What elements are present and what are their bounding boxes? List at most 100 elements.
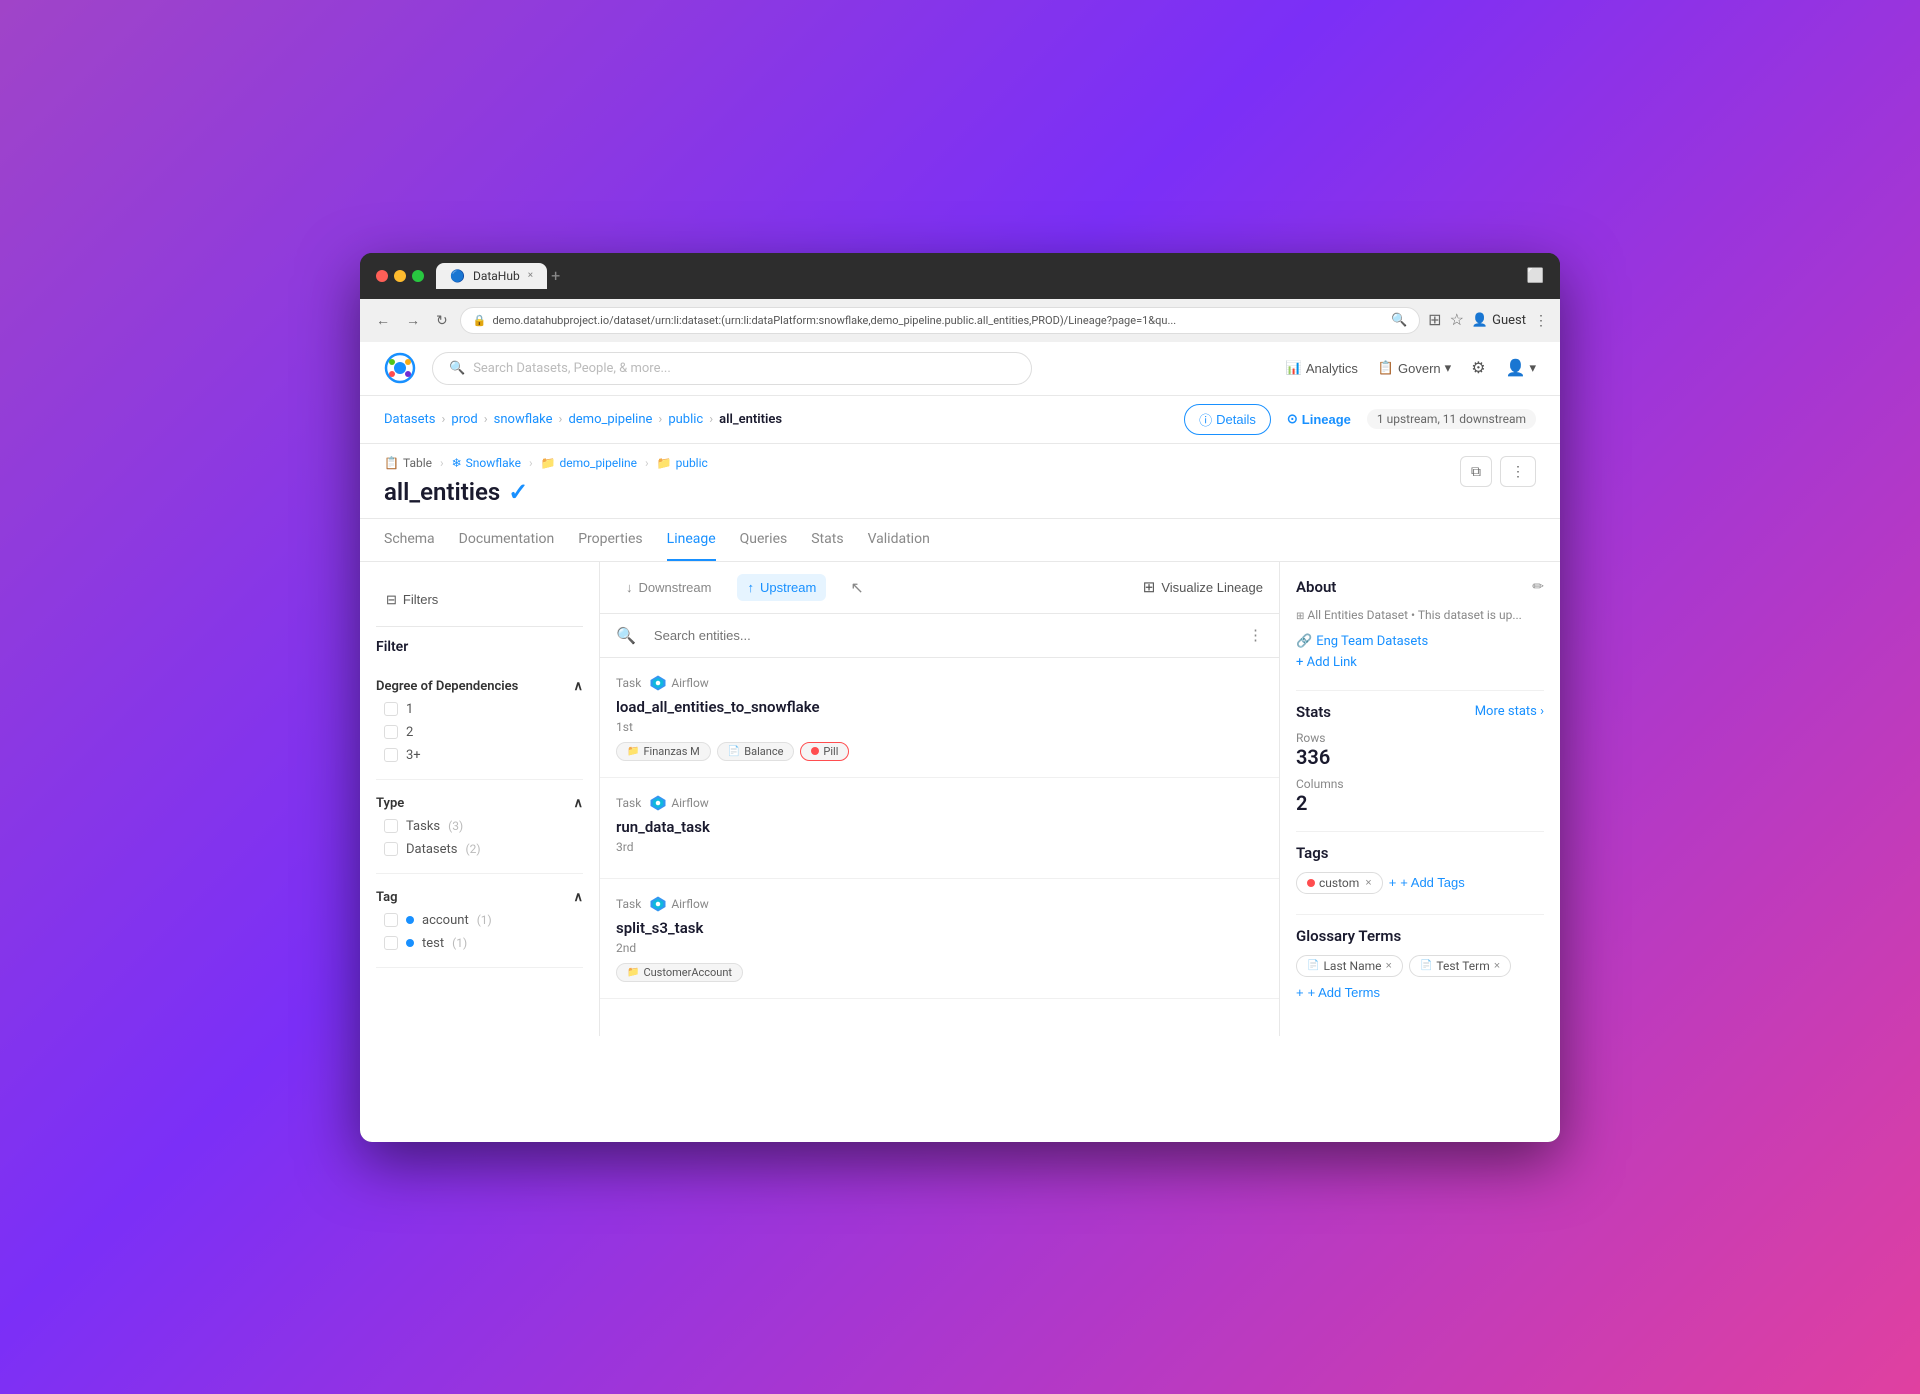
entity-more-btn[interactable]: ⋮ (1500, 456, 1536, 487)
lineage-list: Task Airflow load_all_entities_to_snow (600, 658, 1279, 999)
tab-close-btn[interactable]: × (528, 270, 533, 281)
platform-label: Snowflake (466, 456, 521, 470)
term-chip-lastname[interactable]: 📄 Last Name × (1296, 955, 1403, 977)
account-tag-dot (406, 916, 414, 924)
lineage-item-3-type: Task Airflow (616, 895, 1263, 913)
degree-option-1[interactable]: 1 (376, 698, 583, 721)
tag-check-test[interactable] (384, 936, 398, 950)
bookmark-btn[interactable]: ☆ (1450, 310, 1464, 330)
tag-option-account[interactable]: account (1) (376, 909, 583, 932)
lineage-item-2-name[interactable]: run_data_task (616, 818, 1263, 836)
tab-properties[interactable]: Properties (578, 519, 642, 561)
tag-option-test[interactable]: test (1) (376, 932, 583, 955)
downstream-btn[interactable]: ↓ Downstream (616, 574, 721, 601)
tag-balance[interactable]: 📄 Balance (717, 742, 795, 761)
degree-option-3plus[interactable]: 3+ (376, 744, 583, 767)
search-icon-lineage: 🔍 (616, 626, 636, 645)
tab-queries[interactable]: Queries (740, 519, 788, 561)
remove-custom-tag-btn[interactable]: × (1365, 877, 1371, 889)
entity-platform[interactable]: ❄ Snowflake (452, 456, 521, 470)
add-tags-btn[interactable]: + + Add Tags (1389, 875, 1465, 890)
extensions-btn[interactable]: ⊞ (1428, 310, 1441, 330)
minimize-traffic-light[interactable] (394, 270, 406, 282)
about-edit-btn[interactable]: ✏ (1532, 578, 1544, 595)
type-header[interactable]: Type ∧ (376, 792, 583, 815)
refresh-btn[interactable]: ↻ (432, 308, 452, 333)
pill-dot (811, 747, 819, 755)
type-tasks-label: Tasks (406, 819, 440, 834)
tag-pill[interactable]: Pill (800, 742, 849, 761)
custom-tag-chip[interactable]: custom × (1296, 872, 1383, 894)
type-option-tasks[interactable]: Tasks (3) (376, 815, 583, 838)
browser-more-btn[interactable]: ⋮ (1534, 312, 1548, 329)
tag-finanzas[interactable]: 📁 Finanzas M (616, 742, 711, 761)
maximize-traffic-light[interactable] (412, 270, 424, 282)
columns-label: Columns (1296, 777, 1544, 791)
tab-documentation[interactable]: Documentation (459, 519, 555, 561)
more-stats-link[interactable]: More stats › (1475, 704, 1544, 719)
tab-bar: 🔵 DataHub × + (436, 263, 1515, 289)
type-option-datasets[interactable]: Datasets (2) (376, 838, 583, 861)
type-check-datasets[interactable] (384, 842, 398, 856)
visualize-label: Visualize Lineage (1161, 580, 1263, 595)
app-logo[interactable] (384, 352, 416, 384)
filter-icon: ⊟ (386, 592, 397, 608)
lineage-item-3-name[interactable]: split_s3_task (616, 919, 1263, 937)
tab-schema[interactable]: Schema (384, 519, 435, 561)
term-chip-testterm[interactable]: 📄 Test Term × (1409, 955, 1511, 977)
container1-label: demo_pipeline (560, 456, 638, 470)
analytics-btn[interactable]: 📊 Analytics (1286, 360, 1358, 376)
active-browser-tab[interactable]: 🔵 DataHub × (436, 263, 547, 289)
back-btn[interactable]: ← (372, 308, 394, 332)
breadcrumb-datasets[interactable]: Datasets (384, 412, 436, 427)
degree-option-2[interactable]: 2 (376, 721, 583, 744)
add-link-btn[interactable]: + Add Link (1296, 655, 1544, 670)
add-terms-btn[interactable]: + + Add Terms (1296, 985, 1380, 1000)
tag-customer-account[interactable]: 📁 CustomerAccount (616, 963, 743, 982)
breadcrumb-demo-pipeline[interactable]: demo_pipeline (568, 412, 652, 427)
entity-meta: 📋 Table › ❄ Snowflake › 📁 demo_pipeline (384, 456, 1460, 470)
lineage-item-1-name[interactable]: load_all_entities_to_snowflake (616, 698, 1263, 716)
tab-stats[interactable]: Stats (811, 519, 843, 561)
user-avatar-btn[interactable]: 👤 ▾ (1506, 358, 1536, 378)
breadcrumb-prod[interactable]: prod (451, 412, 477, 427)
tab-validation[interactable]: Validation (868, 519, 930, 561)
remove-lastname-term-btn[interactable]: × (1386, 960, 1392, 972)
breadcrumb-public[interactable]: public (668, 412, 703, 427)
degree-check-1[interactable] (384, 702, 398, 716)
global-search-bar[interactable]: 🔍 Search Datasets, People, & more... (432, 352, 1032, 385)
tag-check-account[interactable] (384, 913, 398, 927)
degree-header[interactable]: Degree of Dependencies ∧ (376, 675, 583, 698)
window-maximize-btn[interactable]: ⬜ (1527, 268, 1544, 284)
copy-urn-btn[interactable]: ⧉ (1460, 456, 1492, 487)
tab-lineage[interactable]: Lineage (667, 519, 716, 561)
tag-header[interactable]: Tag ∧ (376, 886, 583, 909)
close-traffic-light[interactable] (376, 270, 388, 282)
forward-btn[interactable]: → (402, 308, 424, 332)
lineage-more-options-btn[interactable]: ⋮ (1248, 626, 1263, 644)
settings-btn[interactable]: ⚙ (1471, 358, 1485, 378)
entity-container1[interactable]: 📁 demo_pipeline (541, 456, 637, 470)
stats-section: Stats More stats › Rows 336 Columns 2 (1296, 703, 1544, 815)
breadcrumb-snowflake[interactable]: snowflake (494, 412, 553, 427)
url-bar[interactable]: 🔒 demo.datahubproject.io/dataset/urn:li:… (460, 307, 1420, 334)
degree-check-2[interactable] (384, 725, 398, 739)
filters-toggle-btn[interactable]: ⊟ Filters (376, 586, 448, 614)
upstream-btn[interactable]: ↑ Upstream (737, 574, 826, 601)
visualize-lineage-btn[interactable]: ⊞ Visualize Lineage (1143, 578, 1263, 596)
details-btn[interactable]: ⓘ Details (1184, 404, 1271, 435)
lineage-btn[interactable]: ⊙ Lineage (1287, 411, 1351, 427)
remove-testterm-btn[interactable]: × (1494, 960, 1500, 972)
type-check-tasks[interactable] (384, 819, 398, 833)
guest-profile-btn[interactable]: 👤 Guest (1472, 313, 1526, 328)
search-entities-input[interactable] (644, 622, 1240, 649)
eng-team-datasets-link[interactable]: 🔗 Eng Team Datasets (1296, 634, 1544, 649)
add-tags-label: + Add Tags (1400, 875, 1464, 890)
entity-container2[interactable]: 📁 public (657, 456, 708, 470)
filters-label: Filters (403, 592, 438, 607)
govern-btn[interactable]: 📋 Govern ▾ (1378, 360, 1451, 376)
filter-section-degree: Degree of Dependencies ∧ 1 2 3+ (376, 663, 583, 780)
degree-check-3plus[interactable] (384, 748, 398, 762)
about-header: About ✏ (1296, 578, 1544, 596)
new-tab-btn[interactable]: + (551, 266, 560, 285)
